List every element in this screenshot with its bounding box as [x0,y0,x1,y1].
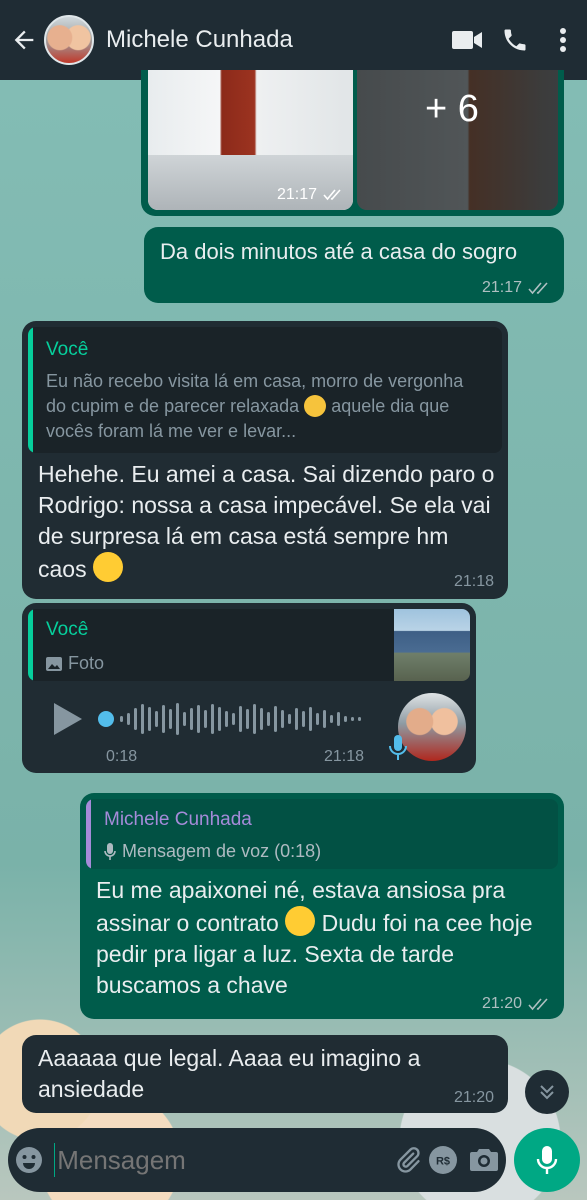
message-bubble-incoming[interactable]: Você Eu não recebo visita lá em casa, mo… [22,321,508,599]
play-icon [54,703,82,735]
play-button[interactable] [50,701,84,737]
message-time: 21:20 [481,995,522,1012]
message-time: 21:18 [324,748,365,765]
quote-text: Mensagem de voz (0:18) [122,841,322,861]
message-text: Eu me apaixonei né, estava ansiosa pra a… [96,877,533,998]
message-time: 21:20 [453,1089,494,1106]
contact-name[interactable]: Michele Cunhada [106,26,443,54]
zany-face-emoji [92,552,123,582]
scroll-to-bottom-button[interactable] [525,1070,569,1114]
quote-author: Michele Cunhada [104,809,252,830]
chat-header: Michele Cunhada [0,0,587,80]
quote-text: Eu não recebo visita lá em casa, morro d… [46,371,464,441]
message-text: Aaaaaa que legal. Aaaa eu imagino a ansi… [38,1045,421,1102]
svg-text:R$: R$ [436,1156,450,1168]
quote-author: Você [46,339,89,360]
double-check-icon [528,997,548,1010]
mic-badge-icon [388,733,408,763]
back-button[interactable] [4,0,44,80]
sender-avatar [398,693,466,761]
double-check-icon [528,281,548,294]
voice-message-bubble[interactable]: Você Foto 0:18 21:18 [22,603,476,773]
quoted-message[interactable]: Você Foto [28,609,470,681]
video-camera-icon [452,31,482,49]
emoji-button[interactable] [8,1128,50,1192]
quoted-message[interactable]: Michele Cunhada Mensagem de voz (0:18) [86,799,558,869]
photo-thumbnail-more[interactable]: + 6 [357,70,558,210]
mic-icon [104,842,116,860]
microphone-icon [536,1146,558,1174]
camera-button[interactable] [463,1128,506,1192]
more-photos-count: + 6 [425,88,479,130]
message-bubble-incoming[interactable]: Aaaaaa que legal. Aaaa eu imagino a ansi… [22,1035,508,1113]
photo-thumbnail[interactable]: 21:17 [148,70,353,210]
message-bubble-outgoing[interactable]: Michele Cunhada Mensagem de voz (0:18) E… [80,793,564,1019]
photo-group-bubble[interactable]: 21:17 + 6 [141,70,564,216]
payment-button[interactable]: R$ [424,1128,463,1192]
image-icon [46,656,62,671]
arrow-left-icon [14,30,34,50]
text-cursor [53,1143,56,1177]
emoji-icon [15,1147,42,1173]
voice-record-button[interactable] [514,1128,580,1192]
avatar[interactable] [44,15,94,65]
voice-call-button[interactable] [491,0,539,80]
voice-waveform[interactable] [98,699,368,739]
voice-duration: 0:18 [106,748,138,765]
paperclip-icon [397,1147,420,1173]
quoted-message[interactable]: Você Eu não recebo visita lá em casa, mo… [28,327,502,453]
message-input[interactable] [57,1130,393,1190]
camera-icon [470,1149,499,1171]
tears-of-joy-emoji [285,906,316,936]
more-options-button[interactable] [539,0,587,80]
video-call-button[interactable] [443,0,491,80]
kebab-menu-icon [560,28,566,52]
message-text: Hehehe. Eu amei a casa. Sai dizendo paro… [38,461,495,582]
attach-button[interactable] [392,1128,424,1192]
quote-label: Foto [68,653,105,673]
message-time: 21:17 [276,186,317,203]
double-chevron-down-icon [540,1085,554,1100]
message-time: 21:17 [481,279,522,296]
message-text: Da dois minutos até a casa do sogro [160,239,518,264]
weary-face-emoji [304,395,327,417]
currency-icon: R$ [429,1146,458,1174]
double-check-icon [323,189,341,201]
message-composer: R$ [8,1128,506,1192]
message-bubble-outgoing[interactable]: Da dois minutos até a casa do sogro 21:1… [144,227,564,303]
message-time: 21:18 [453,573,494,590]
quoted-photo-thumbnail [394,609,470,681]
quote-author: Você [46,619,89,640]
phone-icon [504,29,526,51]
